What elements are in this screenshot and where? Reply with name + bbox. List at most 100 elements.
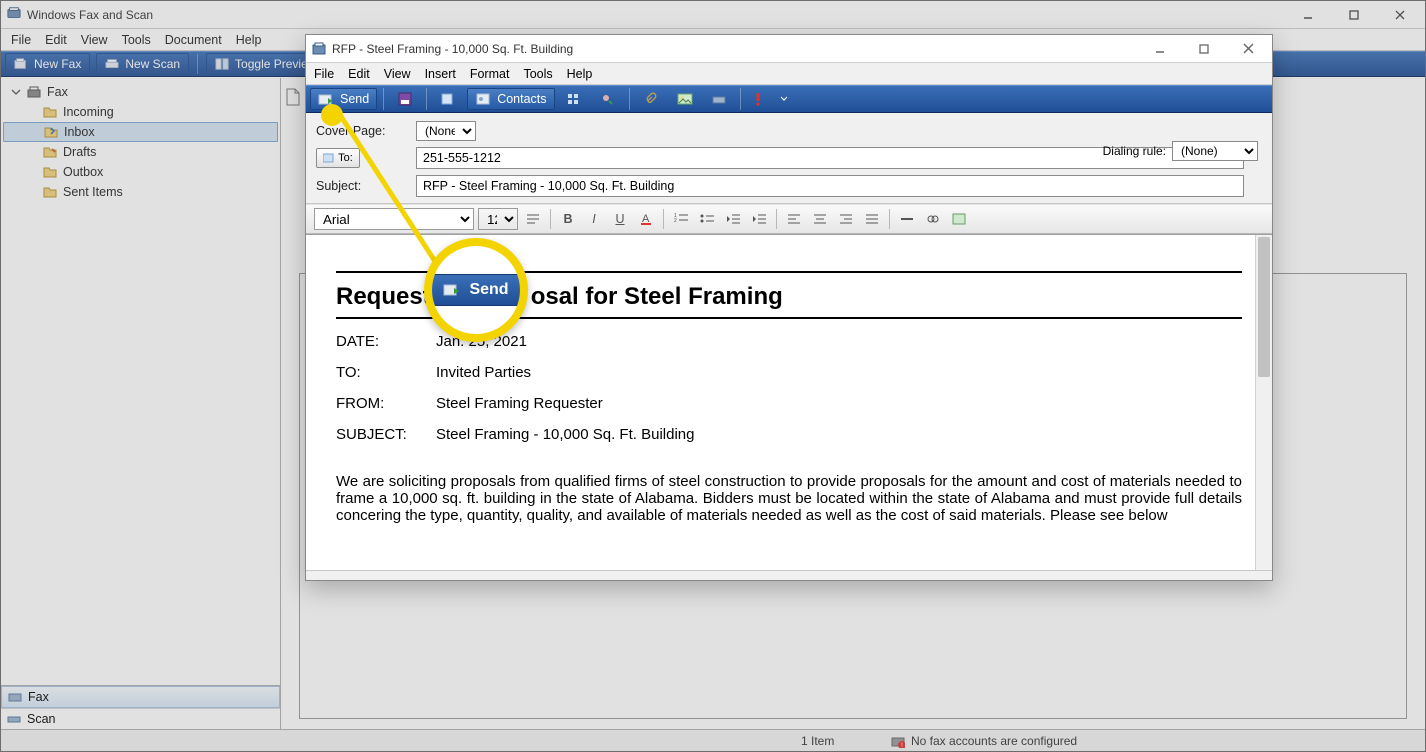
cmenu-view[interactable]: View [384, 67, 411, 81]
format-toolbar: Arial 12 B I U A 12 [306, 204, 1272, 234]
underline-button[interactable]: U [609, 208, 631, 230]
check-names-button[interactable] [593, 88, 623, 110]
drafts-icon [43, 146, 57, 158]
cover-page-select[interactable]: (None) [416, 121, 476, 141]
font-size-select[interactable]: 12 [478, 208, 518, 230]
cmenu-help[interactable]: Help [567, 67, 593, 81]
subject-label: Subject: [316, 179, 416, 193]
para-style-button[interactable] [522, 208, 544, 230]
folder-icon [43, 186, 57, 198]
doc-to-label: TO: [336, 364, 418, 381]
nav-pane: Fax Incoming Inbox Drafts Outbox [1, 78, 281, 729]
compose-close-button[interactable] [1226, 37, 1270, 61]
priority-button[interactable] [747, 88, 769, 110]
new-doc-icon[interactable] [285, 88, 301, 106]
addressbook-button[interactable] [433, 88, 463, 110]
font-color-button[interactable]: A [635, 208, 657, 230]
header-fields: Cover Page: (None) Dialing rule: (None) … [306, 113, 1272, 204]
attach-button[interactable] [636, 88, 666, 110]
picture-button[interactable] [948, 208, 970, 230]
main-titlebar: Windows Fax and Scan [1, 1, 1425, 29]
outdent-button[interactable] [722, 208, 744, 230]
new-scan-label: New Scan [125, 57, 180, 71]
callout-anchor-dot [321, 104, 343, 126]
menu-help[interactable]: Help [236, 33, 262, 47]
editor-scrollbar[interactable] [1255, 235, 1272, 570]
printer-icon [27, 85, 41, 99]
cmenu-insert[interactable]: Insert [425, 67, 456, 81]
bullet-list-button[interactable] [696, 208, 718, 230]
send-label: Send [340, 92, 369, 106]
grid-button[interactable] [559, 88, 589, 110]
align-left-button[interactable] [783, 208, 805, 230]
cmenu-format[interactable]: Format [470, 67, 510, 81]
new-fax-button[interactable]: New Fax [5, 53, 90, 75]
main-title: Windows Fax and Scan [27, 8, 153, 22]
compose-maximize-button[interactable] [1182, 37, 1226, 61]
folder-tree: Fax Incoming Inbox Drafts Outbox [1, 78, 280, 685]
inbox-icon [44, 126, 58, 138]
menu-document[interactable]: Document [165, 33, 222, 47]
contacts-label: Contacts [497, 92, 546, 106]
status-item-count: 1 Item [801, 734, 834, 748]
tree-item-sent[interactable]: Sent Items [3, 182, 278, 202]
italic-button[interactable]: I [583, 208, 605, 230]
indent-button[interactable] [748, 208, 770, 230]
switcher-scan[interactable]: Scan [1, 708, 280, 729]
compose-icon [312, 42, 326, 56]
cmenu-edit[interactable]: Edit [348, 67, 370, 81]
scan-icon [7, 713, 21, 725]
send-button[interactable]: Send [310, 88, 377, 110]
main-minimize-button[interactable] [1285, 2, 1331, 28]
cmenu-file[interactable]: File [314, 67, 334, 81]
align-center-button[interactable] [809, 208, 831, 230]
view-switcher: Fax Scan [1, 685, 280, 729]
to-button[interactable]: To: [316, 148, 360, 168]
app-icon [7, 6, 21, 23]
menu-edit[interactable]: Edit [45, 33, 67, 47]
priority-dropdown[interactable] [773, 88, 795, 110]
tree-item-inbox[interactable]: Inbox [3, 122, 278, 142]
switcher-fax[interactable]: Fax [1, 686, 280, 708]
main-maximize-button[interactable] [1331, 2, 1377, 28]
compose-minimize-button[interactable] [1138, 37, 1182, 61]
tree-root-fax[interactable]: Fax [3, 82, 278, 102]
font-select[interactable]: Arial [314, 208, 474, 230]
compose-menubar: File Edit View Insert Format Tools Help [306, 63, 1272, 85]
tree-item-incoming[interactable]: Incoming [3, 102, 278, 122]
tree-item-outbox[interactable]: Outbox [3, 162, 278, 182]
main-close-button[interactable] [1377, 2, 1423, 28]
menu-file[interactable]: File [11, 33, 31, 47]
new-scan-button[interactable]: New Scan [96, 53, 189, 75]
status-bar: 1 Item ! No fax accounts are configured [1, 729, 1425, 751]
dialing-rule-select[interactable]: (None) [1172, 141, 1258, 161]
doc-subject-label: SUBJECT: [336, 426, 418, 443]
resize-bar[interactable] [306, 570, 1272, 580]
hr-button[interactable] [896, 208, 918, 230]
bold-button[interactable]: B [557, 208, 579, 230]
new-fax-label: New Fax [34, 57, 81, 71]
align-justify-button[interactable] [861, 208, 883, 230]
doc-date-label: DATE: [336, 333, 418, 350]
expand-icon[interactable] [11, 87, 21, 97]
contacts-button[interactable]: Contacts [467, 88, 554, 110]
compose-titlebar: RFP - Steel Framing - 10,000 Sq. Ft. Bui… [306, 35, 1272, 63]
menu-view[interactable]: View [81, 33, 108, 47]
dialing-rule-label: Dialing rule: [1103, 144, 1166, 158]
folder-icon [43, 106, 57, 118]
callout-send-label: Send [469, 281, 508, 299]
callout-send-chip: Send [428, 274, 523, 306]
folder-icon [43, 166, 57, 178]
link-button[interactable] [922, 208, 944, 230]
cmenu-tools[interactable]: Tools [523, 67, 552, 81]
align-right-button[interactable] [835, 208, 857, 230]
insert-picture-button[interactable] [670, 88, 700, 110]
save-button[interactable] [390, 88, 420, 110]
menu-tools[interactable]: Tools [122, 33, 151, 47]
tree-item-drafts[interactable]: Drafts [3, 142, 278, 162]
insert-scan-button[interactable] [704, 88, 734, 110]
subject-field[interactable] [416, 175, 1244, 197]
doc-body: We are soliciting proposals from qualifi… [336, 473, 1242, 524]
doc-to-value: Invited Parties [436, 364, 531, 381]
number-list-button[interactable]: 12 [670, 208, 692, 230]
